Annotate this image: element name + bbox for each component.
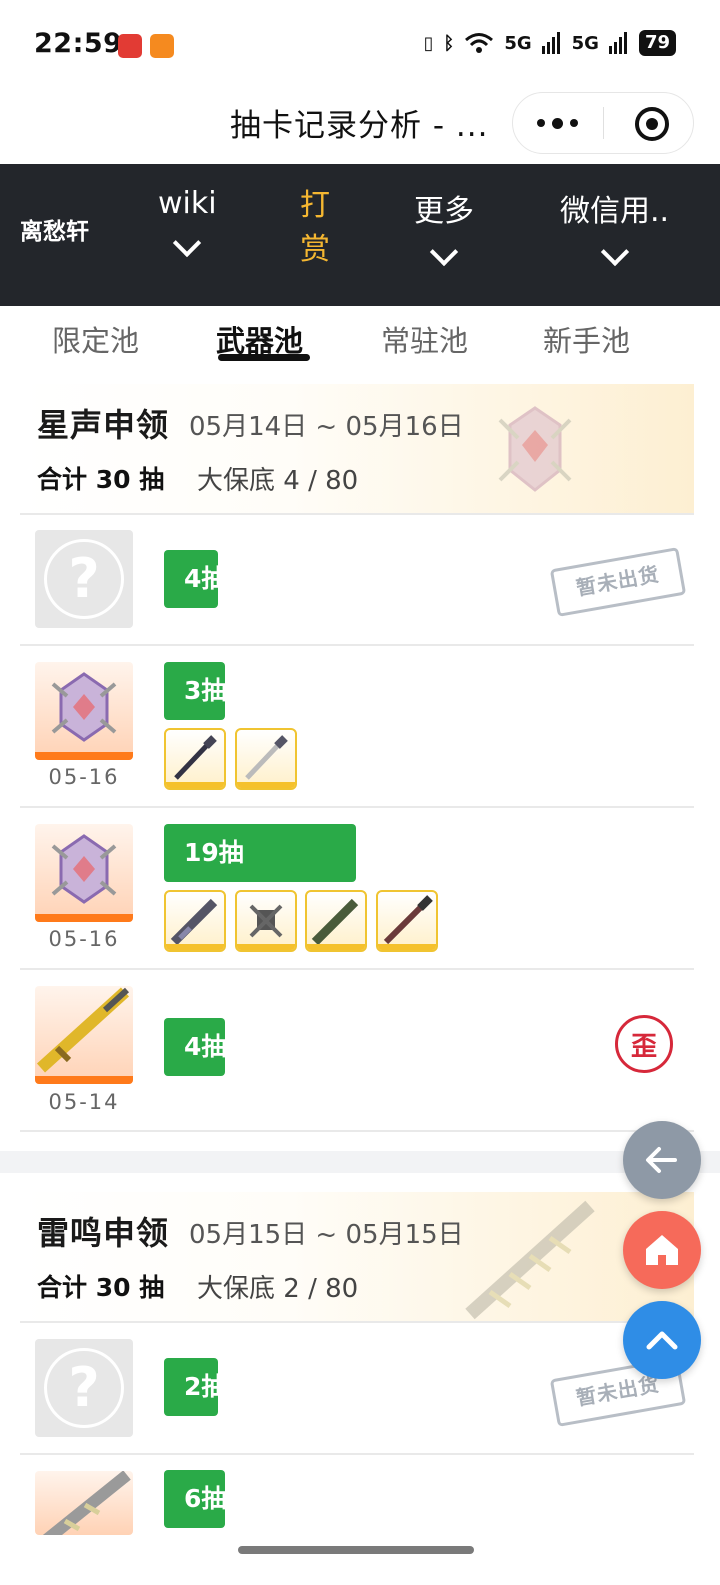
unknown-item-thumb: ? <box>35 530 133 628</box>
pool-dates: 05月14日 ~ 05月16日 <box>189 412 464 442</box>
status-bar: 22:59 ▯ ᛒ 5G 5G 79 <box>0 0 720 92</box>
status-stamp: 暂未出货 <box>549 547 687 617</box>
question-icon: ? <box>44 539 124 619</box>
weapon-emblem-icon <box>51 834 117 904</box>
pull-count-badge: 3抽 <box>164 662 225 720</box>
weapon-thumb <box>35 662 133 760</box>
pull-count-badge: 6抽 <box>164 1470 225 1528</box>
weapon-thumb <box>35 824 133 922</box>
pull-count-badge: 4抽 <box>164 1018 225 1076</box>
active-tab-indicator <box>218 354 310 361</box>
off-banner-tag: 歪 <box>615 1015 673 1073</box>
pool-header: 星声申领 05月14日 ~ 05月16日 合计 30 抽 大保底 4 / 80 <box>20 384 694 514</box>
close-target-icon[interactable] <box>635 107 669 141</box>
obtain-date: 05-16 <box>48 927 120 951</box>
bluetooth-icon: ᛒ <box>443 32 455 54</box>
unknown-item-thumb: ? <box>35 1339 133 1437</box>
battery-indicator: 79 <box>638 30 676 56</box>
arrow-left-icon <box>646 1147 677 1173</box>
pool-dates: 05月15日 ~ 05月15日 <box>189 1220 464 1250</box>
tab-limited[interactable]: 限定池 <box>52 318 139 360</box>
pull-count-badge: 4抽 <box>164 550 218 608</box>
chevron-up-icon <box>646 1331 678 1350</box>
obtain-date: 05-16 <box>48 765 120 789</box>
pool-name: 星声申领 <box>37 406 170 444</box>
pool-tabs: 限定池 武器池 常驻池 新手池 <box>0 306 720 366</box>
chevron-down-icon <box>429 237 459 267</box>
nav-item-reward[interactable]: 打 赏 <box>300 184 330 272</box>
weapon-art-icon <box>465 1200 595 1320</box>
nav-item-wechat[interactable]: 微信用.. <box>560 186 669 267</box>
pool-total: 合计 30 抽 <box>37 1273 165 1302</box>
vibrate-icon: ▯ <box>423 32 434 54</box>
pool-header: 雷鸣申领 05月15日 ~ 05月15日 合计 30 抽 大保底 2 / 80 <box>20 1192 694 1322</box>
more-dots-icon[interactable] <box>537 117 578 129</box>
home-button[interactable] <box>623 1211 701 1289</box>
tab-standard[interactable]: 常驻池 <box>381 318 468 360</box>
weapon-thumb <box>35 986 133 1084</box>
home-icon <box>646 1235 678 1265</box>
page-title: 抽卡记录分析 - ... <box>230 108 489 144</box>
signal-5g-label: 5G <box>504 32 532 54</box>
app-notification-icon <box>150 34 174 58</box>
weapon-item-icon[interactable] <box>235 890 297 952</box>
scroll-top-button[interactable] <box>623 1301 701 1379</box>
app-header: 抽卡记录分析 - ... <box>0 92 720 164</box>
weapon-art-icon <box>498 406 572 492</box>
site-nav: 离愁轩 wiki 打 赏 更多 微信用.. <box>0 164 720 306</box>
weapon-item-icon[interactable] <box>376 890 438 952</box>
chevron-down-icon <box>173 228 202 258</box>
home-indicator <box>238 1546 474 1554</box>
weapon-item-icon[interactable] <box>235 728 297 790</box>
obtain-date: 05-14 <box>48 1090 120 1114</box>
weapon-item-icon[interactable] <box>305 890 367 952</box>
weapon-emblem-icon <box>51 672 117 742</box>
status-time: 22:59 <box>34 28 123 59</box>
pool-total: 合计 30 抽 <box>37 465 165 494</box>
signal-5g-label: 5G <box>571 32 599 54</box>
wifi-icon <box>465 33 494 53</box>
question-icon: ? <box>44 1348 124 1428</box>
weapon-thumb <box>35 1471 133 1535</box>
weapon-item-icon[interactable] <box>164 890 226 952</box>
pool-pity: 大保底 4 / 80 <box>197 466 359 496</box>
chevron-down-icon <box>600 237 629 267</box>
weapon-item-icon[interactable] <box>164 728 226 790</box>
nav-item-more[interactable]: 更多 <box>414 186 474 267</box>
pool-pity: 大保底 2 / 80 <box>197 1274 359 1304</box>
site-brand[interactable]: 离愁轩 <box>20 212 89 246</box>
weapon-emblem-icon <box>42 1471 131 1535</box>
capsule-menu <box>512 92 694 154</box>
nav-item-wiki[interactable]: wiki <box>158 186 217 258</box>
pool-name: 雷鸣申领 <box>37 1214 170 1252</box>
app-notification-icon <box>118 34 142 58</box>
status-icons: ▯ ᛒ 5G 5G 79 <box>424 30 676 56</box>
pull-count-badge: 2抽 <box>164 1358 218 1416</box>
sword-icon <box>36 987 130 1073</box>
signal-icon <box>608 32 627 54</box>
back-button[interactable] <box>623 1121 701 1199</box>
section-divider <box>0 1151 720 1173</box>
tab-beginner[interactable]: 新手池 <box>543 318 630 360</box>
pull-count-badge: 19抽 <box>164 824 356 882</box>
signal-icon <box>541 32 560 54</box>
